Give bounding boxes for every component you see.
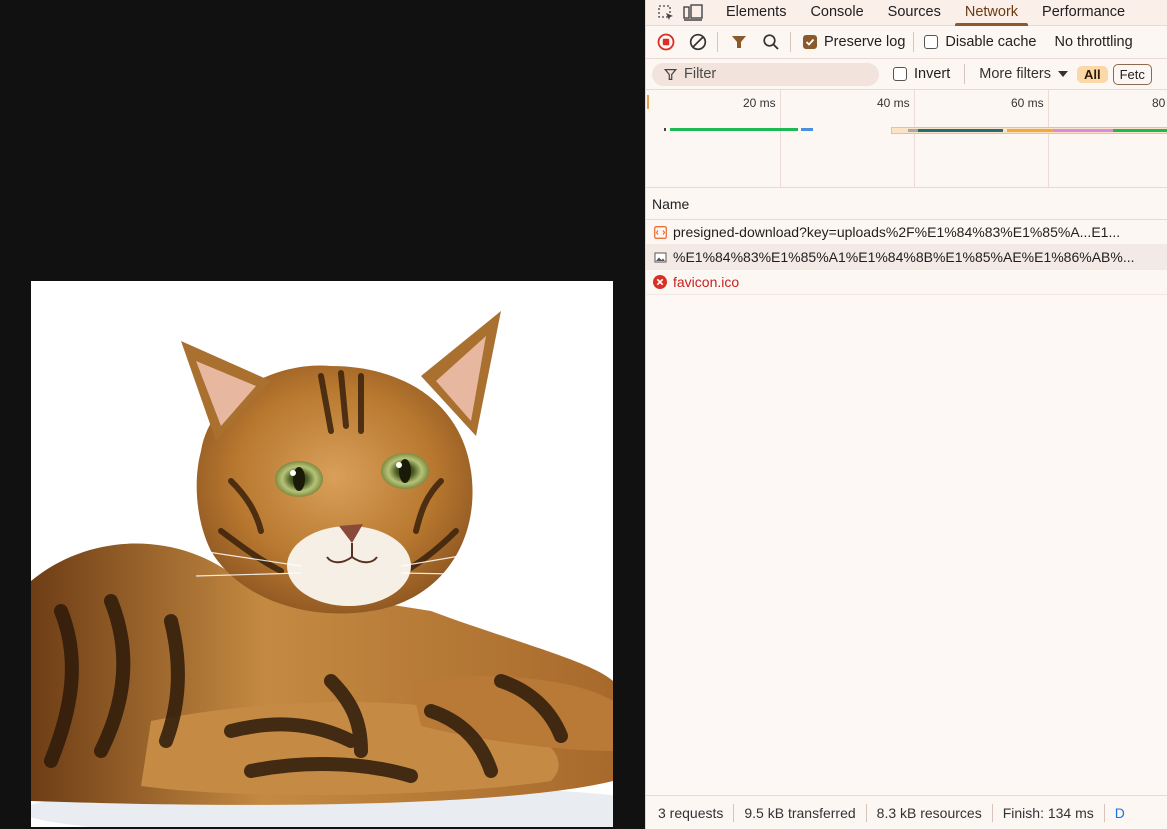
invert-checkbox[interactable] (893, 67, 907, 81)
network-toolbar: Preserve log Disable cache No throttling (646, 26, 1167, 59)
image-icon (653, 250, 667, 264)
filter-placeholder: Filter (684, 66, 717, 82)
device-toolbar-icon[interactable] (682, 2, 704, 24)
timeline-start-marker (647, 95, 649, 109)
devtools-tab-bar: Elements Console Sources Network Perform… (646, 0, 1167, 26)
tab-console[interactable]: Console (798, 0, 875, 26)
search-button[interactable] (760, 31, 782, 53)
status-resources: 8.3 kB resources (876, 804, 982, 821)
waterfall-segment (664, 128, 666, 131)
waterfall-segment (801, 128, 813, 131)
status-divider (733, 803, 735, 822)
request-row[interactable]: presigned-download?key=uploads%2F%E1%84%… (646, 220, 1167, 245)
grid-line (780, 90, 781, 187)
grid-line (1048, 90, 1049, 187)
more-filters-button[interactable]: More filters (979, 66, 1068, 82)
tick-label: 80 (1152, 96, 1166, 110)
tick-label: 40 ms (877, 96, 910, 110)
request-row[interactable]: %E1%84%83%E1%85%A1%E1%84%8B%E1%85%AE%E1%… (646, 245, 1167, 270)
status-domcontentloaded-truncated: D (1114, 804, 1125, 821)
network-overview-timeline[interactable]: 20 ms 40 ms 60 ms 80 (646, 90, 1167, 188)
toolbar-divider (913, 32, 915, 52)
disable-cache-toggle[interactable]: Disable cache (924, 34, 1036, 50)
tab-network[interactable]: Network (953, 0, 1030, 26)
error-icon (653, 275, 667, 289)
cat-illustration (31, 281, 613, 827)
record-icon (657, 33, 675, 51)
stop-recording-button[interactable] (655, 31, 677, 53)
throttling-select[interactable]: No throttling (1054, 34, 1132, 50)
status-divider (1103, 803, 1105, 822)
invert-label: Invert (914, 66, 951, 82)
tick-label: 60 ms (1011, 96, 1044, 110)
waterfall-segment (670, 128, 798, 131)
search-icon (763, 34, 779, 50)
page-viewport (0, 0, 645, 829)
document-icon (653, 225, 667, 239)
tab-performance[interactable]: Performance (1030, 0, 1137, 26)
status-finish: Finish: 134 ms (1002, 804, 1094, 821)
disable-cache-label: Disable cache (945, 34, 1037, 50)
request-name: favicon.ico (673, 274, 740, 290)
toolbar-divider (790, 32, 791, 52)
toolbar-divider (717, 32, 718, 52)
devtools-panel: Elements Console Sources Network Perform… (645, 0, 1167, 829)
request-row[interactable]: favicon.ico (646, 270, 1167, 295)
more-filters-label: More filters (979, 66, 1051, 82)
column-header-name[interactable]: Name (646, 188, 1167, 220)
preserve-log-checkbox[interactable] (803, 35, 817, 49)
waterfall-segment (1113, 129, 1167, 132)
request-name: %E1%84%83%E1%85%A1%E1%84%8B%E1%85%AE%E1%… (673, 249, 1135, 265)
waterfall-segment (1053, 129, 1113, 132)
funnel-icon (732, 36, 746, 48)
network-filter-bar: Filter Invert More filters All Fetc (646, 59, 1167, 90)
waterfall-segment (1007, 129, 1053, 132)
status-divider (991, 803, 993, 822)
clear-button[interactable] (687, 31, 709, 53)
network-status-bar: 3 requests 9.5 kB transferred 8.3 kB res… (646, 795, 1167, 829)
status-requests: 3 requests (658, 804, 724, 821)
grid-line (914, 90, 915, 187)
clear-icon (689, 33, 707, 51)
status-divider (865, 803, 867, 822)
waterfall-segment (918, 129, 1003, 132)
filter-input[interactable]: Filter (652, 62, 879, 86)
type-filter-fetch[interactable]: Fetc (1112, 63, 1152, 85)
filter-toggle-button[interactable] (728, 31, 750, 53)
checkmark-icon (805, 38, 815, 46)
tick-label: 20 ms (743, 96, 776, 110)
preserve-log-label: Preserve log (824, 34, 906, 50)
request-name: presigned-download?key=uploads%2F%E1%84%… (673, 224, 1121, 240)
tab-elements[interactable]: Elements (714, 0, 798, 26)
caret-down-icon (1057, 71, 1068, 77)
inspect-element-icon[interactable] (655, 2, 677, 24)
invert-toggle[interactable]: Invert (893, 66, 950, 82)
cat-image (31, 281, 613, 827)
type-filter-all[interactable]: All (1076, 65, 1108, 83)
request-list-empty-area (646, 297, 1167, 795)
preserve-log-toggle[interactable]: Preserve log (803, 34, 905, 50)
funnel-outline-icon (664, 68, 677, 80)
status-transferred: 9.5 kB transferred (744, 804, 856, 821)
tab-sources[interactable]: Sources (876, 0, 953, 26)
waterfall-segment (908, 129, 918, 132)
disable-cache-checkbox[interactable] (924, 35, 939, 49)
filter-divider (964, 64, 966, 84)
